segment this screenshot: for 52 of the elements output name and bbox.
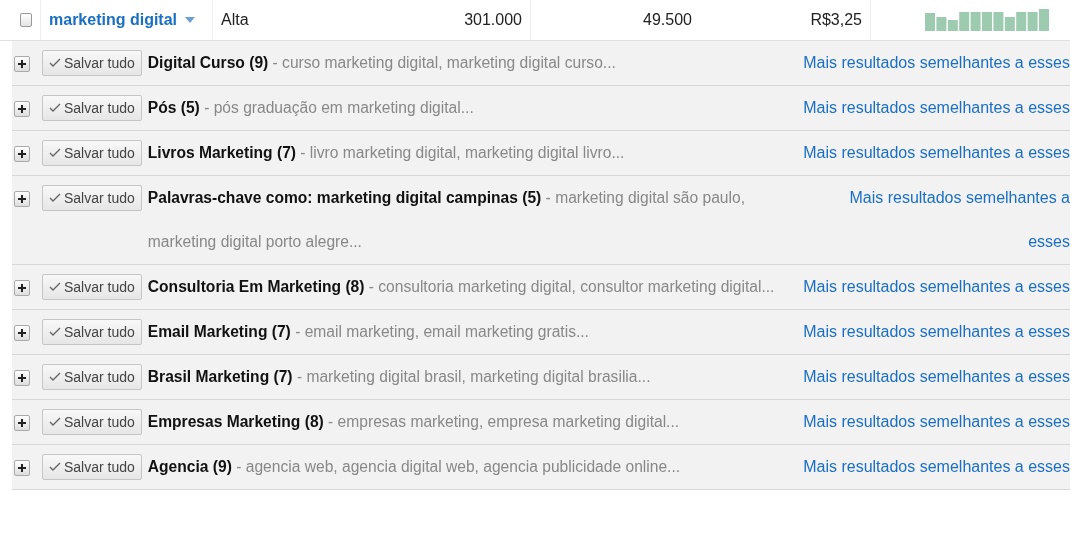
expand-icon[interactable] [14, 415, 30, 431]
save-all-button[interactable]: Salvar tudo [42, 364, 142, 390]
expand-icon[interactable] [14, 280, 30, 296]
global-searches-text: 301.000 [464, 11, 522, 29]
check-icon [49, 327, 61, 337]
expand-icon[interactable] [14, 370, 30, 386]
check-icon [49, 282, 61, 292]
check-icon [49, 103, 61, 113]
caret-icon [185, 17, 196, 23]
save-all-button[interactable]: Salvar tudo [42, 185, 142, 211]
cpc-text: R$3,25 [810, 11, 862, 29]
save-all-button[interactable]: Salvar tudo [42, 140, 142, 166]
check-icon [49, 417, 61, 427]
save-all-button[interactable]: Salvar tudo [42, 95, 142, 121]
expand-icon[interactable] [14, 191, 30, 207]
more-results-link[interactable]: Mais resultados semelhantes a esses [678, 355, 1070, 399]
save-all-button[interactable]: Salvar tudo [42, 454, 142, 480]
save-all-button[interactable]: Salvar tudo [42, 50, 142, 76]
group-summary: Consultoria Em Marketing (8) - consultoria marketing digital, consultor marketing digital... [147, 277, 775, 297]
expand-icon[interactable] [14, 460, 30, 476]
check-icon [49, 372, 61, 382]
expand-icon[interactable] [14, 146, 30, 162]
expand-icon[interactable] [14, 101, 30, 117]
competition-text: Alta [221, 11, 249, 29]
group-summary: Agencia (9) - agencia web, agencia digital web, agencia publicidade online... [147, 457, 681, 477]
group-summary: Livros Marketing (7) - livro marketing digital, marketing digital livro... [147, 143, 625, 163]
group-summary: Brasil Marketing (7) - marketing digital brasil, marketing digital brasilia... [147, 367, 651, 387]
more-results-link[interactable]: Mais resultados semelhantes a esses [616, 310, 1070, 354]
check-icon [49, 58, 61, 68]
checkbox[interactable] [20, 13, 32, 27]
more-results-link[interactable]: Mais resultados semelhantes a esses [652, 131, 1070, 175]
more-results-link[interactable]: Mais resultados semelhantes a esses [501, 86, 1070, 130]
group-summary: Palavras-chave como: marketing digital campinas (5) - marketing digital são paulo, marketing digital porto alegre... [147, 188, 746, 252]
check-icon [49, 193, 61, 203]
save-all-button[interactable]: Salvar tudo [42, 319, 142, 345]
group-summary: Empresas Marketing (8) - empresas marketing, empresa marketing digital... [147, 412, 680, 432]
keyword-link[interactable]: marketing digital [49, 11, 178, 29]
expand-icon[interactable] [14, 325, 30, 341]
check-icon [49, 148, 61, 158]
save-all-button[interactable]: Salvar tudo [42, 409, 142, 435]
save-all-button[interactable]: Salvar tudo [42, 274, 142, 300]
more-results-link[interactable]: Mais resultados semelhantes a esses [838, 176, 1070, 264]
group-summary: Digital Curso (9) - curso marketing digital, marketing digital curso... [147, 53, 616, 73]
local-searches-text: 49.500 [643, 11, 692, 29]
more-results-link[interactable]: Mais resultados semelhantes a esses [708, 445, 1070, 489]
more-results-link[interactable]: Mais resultados semelhantes a esses [707, 400, 1070, 444]
group-summary: Pós (5) - pós graduação em marketing digital... [147, 98, 474, 118]
check-icon [49, 462, 61, 472]
expand-icon[interactable] [14, 56, 30, 72]
group-summary: Email Marketing (7) - email marketing, email marketing gratis... [147, 322, 589, 342]
more-results-link[interactable]: Mais resultados semelhantes a esses [643, 41, 1070, 85]
more-results-link[interactable]: Mais resultados semelhantes a esses [802, 265, 1070, 309]
